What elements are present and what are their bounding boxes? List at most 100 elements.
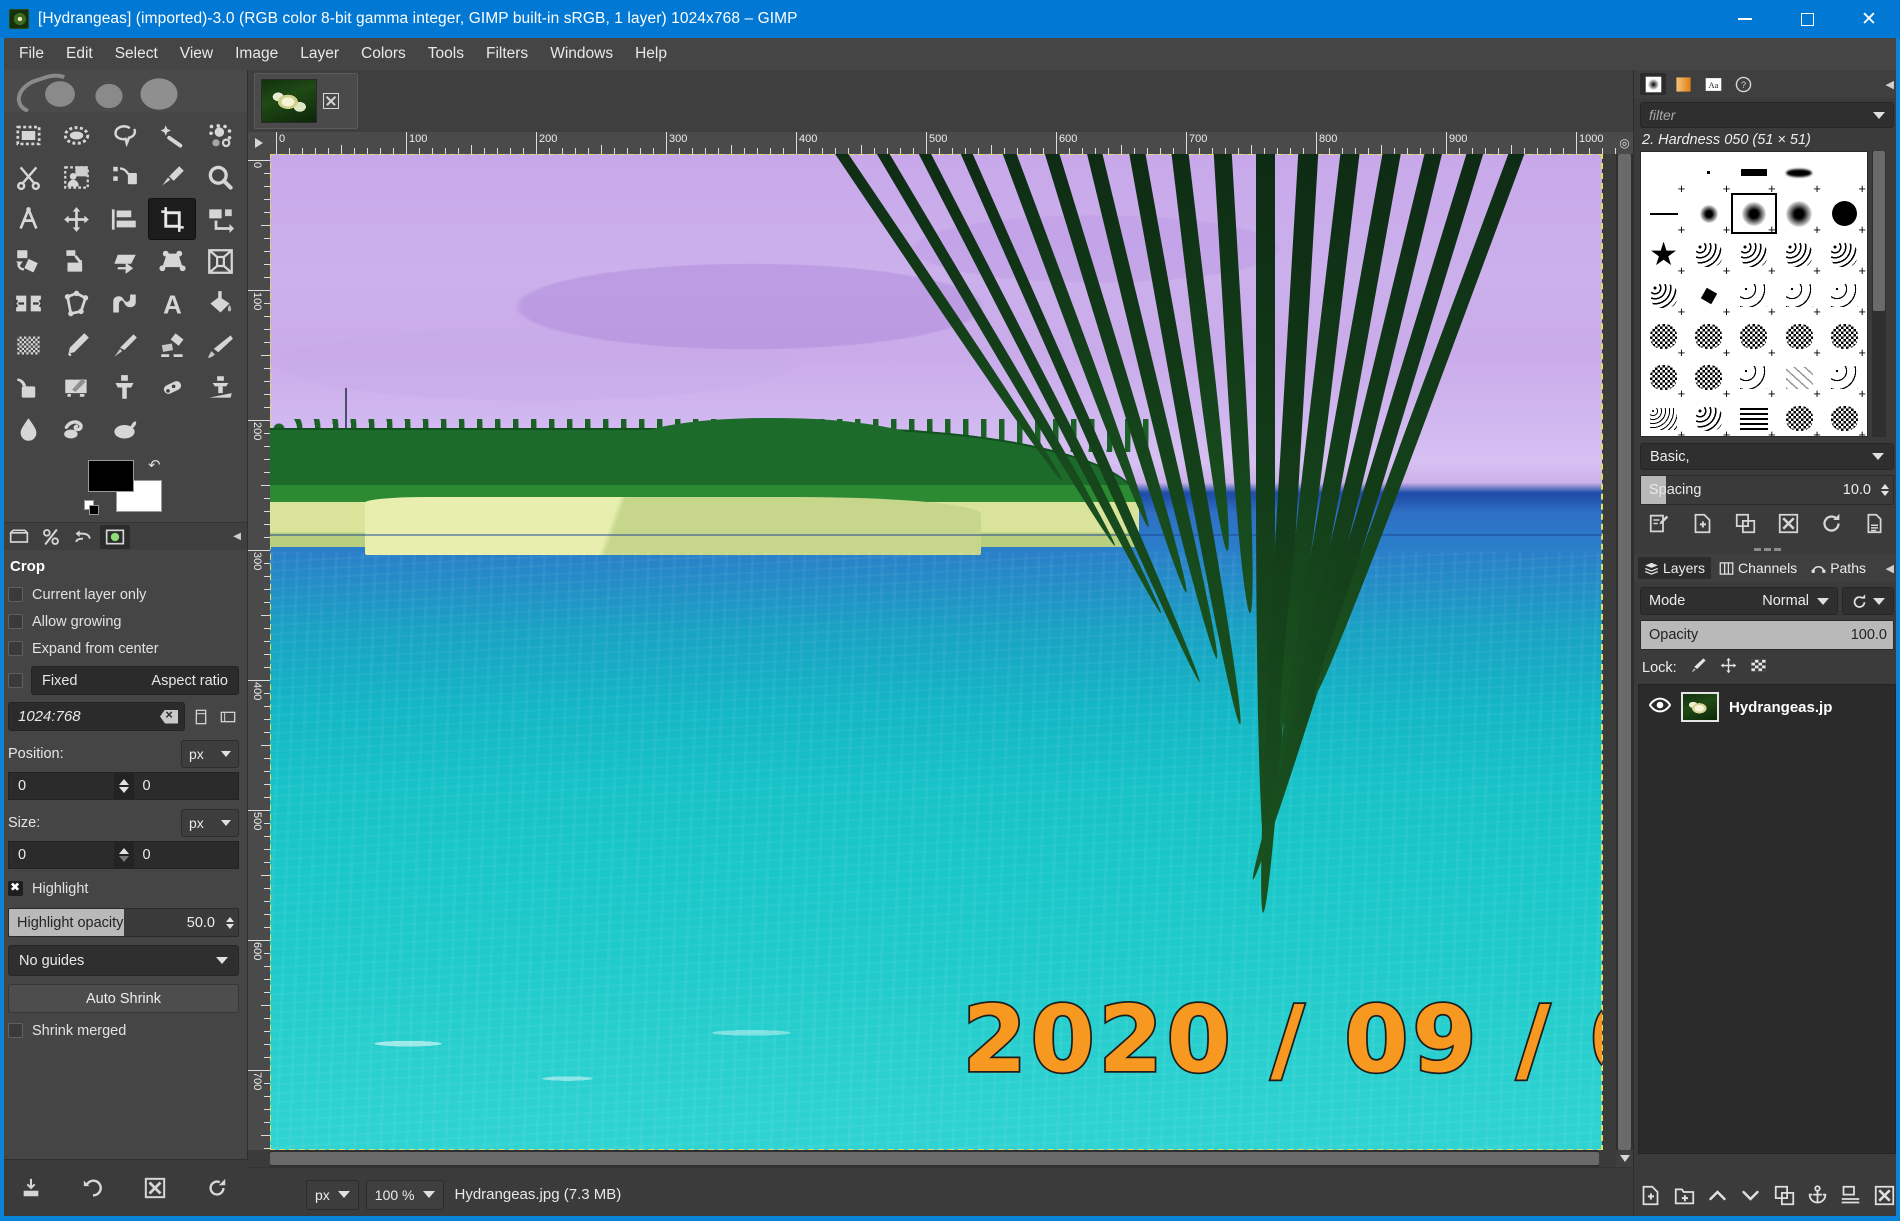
- brush-tag-combo[interactable]: Basic,: [1640, 443, 1894, 470]
- lock-pixels-button[interactable]: [1690, 657, 1707, 678]
- refresh-brushes-button[interactable]: [1821, 513, 1842, 539]
- size-unit-combo[interactable]: px: [181, 809, 239, 837]
- bucket-fill-tool[interactable]: [196, 282, 244, 324]
- horizontal-scrollbar[interactable]: [270, 1150, 1599, 1167]
- auto-shrink-button[interactable]: Auto Shrink: [8, 984, 239, 1013]
- images-tab[interactable]: [100, 524, 130, 549]
- position-x-input[interactable]: 0: [8, 772, 115, 800]
- option-current-layer-only[interactable]: Current layer only: [8, 581, 239, 608]
- paths-tool[interactable]: [100, 156, 148, 198]
- menu-help[interactable]: Help: [624, 41, 678, 67]
- highlight-opacity-spinner[interactable]: [222, 916, 238, 929]
- text-tool[interactable]: A: [148, 282, 196, 324]
- delete-layer-button[interactable]: [1874, 1185, 1895, 1211]
- brushes-tab[interactable]: [1640, 73, 1666, 95]
- brush-cell[interactable]: [1822, 275, 1867, 319]
- brush-cell[interactable]: [1686, 357, 1731, 401]
- menu-view[interactable]: View: [169, 41, 224, 67]
- v-scroll-thumb[interactable]: [1618, 154, 1631, 1150]
- clone-tool[interactable]: [100, 366, 148, 408]
- document-history-tab[interactable]: ?: [1730, 73, 1756, 95]
- crop-tool[interactable]: [148, 198, 196, 240]
- size-width-input[interactable]: 0: [8, 841, 115, 869]
- duplicate-layer-button[interactable]: [1774, 1185, 1795, 1211]
- color-picker-tool[interactable]: [148, 156, 196, 198]
- tool-options-menu-button[interactable]: ◀: [233, 531, 241, 542]
- select-by-color-tool[interactable]: [196, 114, 244, 156]
- brush-cell[interactable]: [1686, 398, 1731, 436]
- menu-windows[interactable]: Windows: [539, 41, 624, 67]
- swap-colors-icon[interactable]: ↶: [148, 456, 161, 474]
- new-brush-button[interactable]: [1692, 513, 1713, 539]
- option-highlight[interactable]: Highlight: [8, 875, 239, 902]
- horizontal-ruler[interactable]: 0 100 200 300 400 500 600 700 800 900 1000: [270, 132, 1633, 154]
- fixed-checkbox[interactable]: [8, 673, 23, 688]
- image-canvas[interactable]: 2020 / 09 / 03: [270, 154, 1603, 1150]
- warp-transform-tool[interactable]: [100, 282, 148, 324]
- menu-edit[interactable]: Edit: [55, 41, 104, 67]
- close-x-icon[interactable]: [323, 93, 339, 109]
- brush-cell[interactable]: [1777, 193, 1822, 237]
- merge-down-button[interactable]: [1840, 1185, 1861, 1211]
- scissors-select-tool[interactable]: [4, 156, 52, 198]
- rotate-tool[interactable]: [4, 240, 52, 282]
- brush-scroll-thumb[interactable]: [1873, 151, 1885, 311]
- open-brush-as-image-button[interactable]: [1864, 513, 1885, 539]
- vertical-ruler[interactable]: 0 100 200 300 400 500 600 700: [248, 154, 270, 1150]
- airbrush-tool[interactable]: [196, 324, 244, 366]
- brush-cell[interactable]: [1731, 357, 1776, 401]
- brush-cell[interactable]: [1686, 316, 1731, 360]
- menu-select[interactable]: Select: [104, 41, 169, 67]
- flip-tool[interactable]: [4, 282, 52, 324]
- brush-cell[interactable]: [1686, 275, 1731, 319]
- portrait-icon[interactable]: [190, 705, 212, 729]
- option-allow-growing[interactable]: Allow growing: [8, 608, 239, 635]
- eraser-tool[interactable]: [148, 324, 196, 366]
- option-expand-from-center[interactable]: Expand from center: [8, 635, 239, 662]
- vertical-scrollbar[interactable]: [1616, 154, 1633, 1150]
- reset-colors-icon[interactable]: [84, 500, 101, 517]
- menu-image[interactable]: Image: [224, 41, 289, 67]
- brush-cell[interactable]: [1641, 275, 1686, 319]
- menu-colors[interactable]: Colors: [350, 41, 417, 67]
- ellipse-select-tool[interactable]: [52, 114, 100, 156]
- brush-cell[interactable]: [1777, 234, 1822, 278]
- brush-cell[interactable]: [1641, 152, 1686, 196]
- brush-cell[interactable]: [1777, 275, 1822, 319]
- device-status-tab[interactable]: [36, 525, 66, 549]
- layer-visibility-eye-icon[interactable]: [1648, 694, 1672, 721]
- raise-layer-button[interactable]: [1707, 1185, 1728, 1211]
- h-scroll-thumb[interactable]: [270, 1152, 1599, 1165]
- zoom-image-button[interactable]: ◎: [1616, 132, 1633, 154]
- duplicate-brush-button[interactable]: [1735, 513, 1756, 539]
- brush-cell[interactable]: [1777, 398, 1822, 436]
- dodge-burn-tool[interactable]: [100, 408, 148, 450]
- reset-tool-options-button[interactable]: [206, 1177, 228, 1204]
- landscape-icon[interactable]: [217, 705, 239, 729]
- image-tab-hydrangeas[interactable]: [254, 73, 358, 129]
- position-unit-combo[interactable]: px: [181, 740, 239, 768]
- tab-paths[interactable]: Paths: [1805, 557, 1872, 579]
- shrink-merged-checkbox[interactable]: [8, 1023, 23, 1038]
- brush-cell[interactable]: [1641, 193, 1686, 237]
- brush-spacing-slider[interactable]: Spacing 10.0: [1640, 475, 1894, 505]
- dock-grip[interactable]: [1634, 545, 1900, 554]
- gradient-tool[interactable]: [4, 324, 52, 366]
- layer-mode-combo[interactable]: Mode Normal: [1640, 587, 1838, 615]
- 3d-transform-tool[interactable]: [196, 240, 244, 282]
- brush-cell[interactable]: [1731, 316, 1776, 360]
- backspace-icon[interactable]: [160, 709, 178, 724]
- brush-filter-input[interactable]: filter: [1640, 102, 1894, 128]
- paintbrush-tool[interactable]: [100, 324, 148, 366]
- brush-cell[interactable]: [1777, 357, 1822, 401]
- mypaint-brush-tool[interactable]: [52, 366, 100, 408]
- perspective-tool[interactable]: [148, 240, 196, 282]
- aspect-ratio-input[interactable]: 1024:768: [8, 702, 185, 731]
- chevron-down-icon[interactable]: [1873, 111, 1885, 119]
- brush-cell[interactable]: [1822, 193, 1867, 237]
- gradients-tab[interactable]: [1670, 73, 1696, 95]
- brush-cell[interactable]: [1822, 234, 1867, 278]
- free-select-tool[interactable]: [100, 114, 148, 156]
- fuzzy-select-tool[interactable]: [148, 114, 196, 156]
- brush-cell[interactable]: [1686, 234, 1731, 278]
